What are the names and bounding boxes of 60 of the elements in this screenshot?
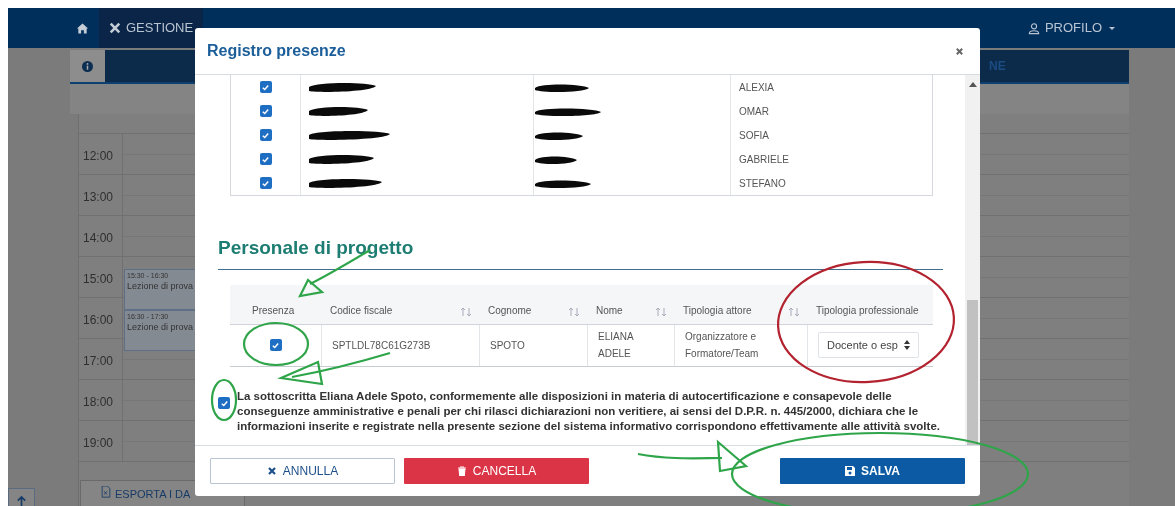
table-cell-text: GABRIELE [738, 152, 791, 167]
time-label: 17:00 [79, 339, 123, 379]
checkbox[interactable] [218, 397, 230, 409]
delete-button[interactable]: CANCELLA [404, 458, 589, 484]
table-cell-text: Organizzatore e Formatore/Team [685, 330, 760, 361]
table-cell-text: SPTLDL78C61G273B [332, 338, 431, 353]
caret-icon [1109, 26, 1115, 30]
checkbox[interactable] [259, 153, 272, 165]
scrollbar-thumb[interactable] [967, 300, 978, 445]
time-label: 16:00 [79, 298, 123, 338]
section-title: Personale di progetto [218, 234, 943, 270]
table-cell-text: SPOTO [490, 338, 525, 353]
scroll-up-icon[interactable] [969, 82, 977, 87]
profile-menu[interactable]: PROFILO [1027, 8, 1115, 48]
time-label: 18:00 [79, 380, 123, 420]
column-header: Codice fiscale [330, 303, 393, 318]
table-cell-text: SOFIA [738, 128, 770, 143]
user-icon [1027, 21, 1040, 35]
column-header: Tipologia attore [683, 303, 752, 318]
select-arrows-icon [903, 340, 910, 350]
event-title: Lezione di prova [127, 281, 195, 292]
time-label: 14:00 [79, 216, 123, 256]
close-icon[interactable] [955, 46, 964, 56]
checkbox[interactable] [259, 129, 272, 141]
table-cell-text: ALEXIA [738, 80, 776, 95]
redaction-mark [307, 105, 369, 117]
info-icon [82, 60, 93, 72]
column-header: Nome [596, 303, 623, 318]
column-header: Presenza [251, 303, 295, 318]
scrollbar[interactable] [965, 75, 980, 445]
cancel-button[interactable]: ANNULLA [210, 458, 395, 484]
checkbox[interactable] [259, 81, 272, 93]
save-button[interactable]: SALVA [780, 458, 965, 484]
time-label: 15:00 [79, 257, 123, 297]
checkbox[interactable] [259, 105, 272, 117]
annotation-circle [210, 378, 238, 422]
column-header: Tipologia professionale [816, 303, 919, 318]
table-cell-text: STEFANO [738, 176, 787, 191]
modal-title: Registro presenze [207, 41, 346, 61]
event-title: Lezione di prova [127, 322, 195, 333]
select-field[interactable]: Docente o esp [818, 332, 919, 358]
info-tab[interactable] [70, 50, 105, 82]
trash-icon [456, 466, 467, 476]
time-label: 12:00 [79, 134, 123, 174]
home-icon [76, 21, 89, 35]
column-header: Cognome [488, 303, 532, 318]
nav-tab[interactable]: GESTIONE [99, 8, 204, 48]
time-label: 13:00 [79, 175, 123, 215]
checkbox[interactable] [269, 339, 282, 351]
annotation-circle [242, 321, 310, 367]
time-label: 19:00 [79, 421, 123, 461]
checkbox[interactable] [259, 177, 272, 189]
declaration-text: La sottoscritta Eliana Adele Spoto, conformemente alle disposizioni in materia di autocertificazione e consapevole delle conseguenze amministrative e penali per chi rilasci dichiarazioni non veritiere, ai sensi del D.P.R. n. 445/2000, dichiara che le informazioni inserite e registrate nella presente sezione del sistema informativo corrispondono effettivamente alle attività svolte. [237, 388, 941, 434]
arrow-up-icon [16, 495, 27, 506]
redaction-mark [307, 153, 375, 165]
table-cell-text: OMAR [738, 104, 770, 119]
redaction-mark [307, 81, 377, 93]
file-icon [101, 486, 111, 498]
close-icon [266, 466, 277, 476]
table-cell-text: ELIANA ADELE [598, 330, 635, 361]
